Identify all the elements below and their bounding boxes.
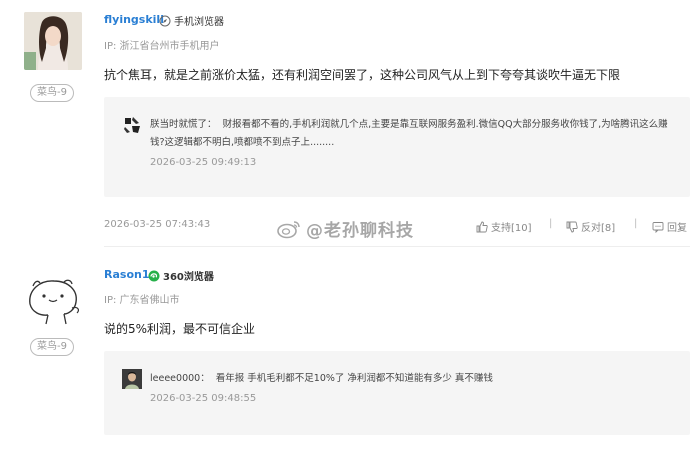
comment-text: 抗个焦耳，就是之前涨价太猛，还有利润空间罢了，这种公司风气从上到下夸夸其谈吹牛逼…	[104, 68, 621, 82]
comment-item: 菜鸟-9 flyingskill 手机浏览器 IP: 浙江省台州市手机用户 抗个…	[0, 0, 690, 246]
username-link[interactable]: Rason1	[104, 268, 149, 281]
browser-label: 360浏览器	[148, 268, 214, 283]
quoted-reply: leeee0000： 看年报 手机毛利都不足10%了 净利润都不知道能有多少 真…	[104, 351, 690, 435]
ip-location: IP: 浙江省台州市手机用户	[104, 41, 220, 52]
comment-divider	[104, 246, 690, 247]
quote-text-block: leeee0000： 看年报 手机毛利都不足10%了 净利润都不知道能有多少 真…	[150, 370, 675, 388]
quote-timestamp: 2026-03-25 09:48:55	[150, 393, 257, 404]
quote-avatar[interactable]	[122, 369, 142, 389]
user-level-badge: 菜鸟-9	[30, 338, 74, 356]
user-level-badge: 菜鸟-9	[30, 84, 74, 102]
avatar[interactable]	[24, 268, 82, 326]
360-browser-icon	[148, 270, 160, 281]
support-count: 支持[10]	[491, 223, 532, 234]
weibo-logo-icon	[277, 220, 300, 238]
browser-name: 360浏览器	[163, 272, 214, 283]
browser-label: 手机浏览器	[159, 13, 224, 28]
quote-username[interactable]: leeee0000：	[150, 373, 210, 384]
thumbs-up-icon	[476, 221, 488, 232]
reply-label: 回复	[667, 223, 687, 234]
divider: |	[549, 218, 553, 229]
quote-avatar[interactable]	[122, 115, 142, 135]
quote-content: 财报看都不看的,手机利润就几个点,主要是靠互联网服务盈利.微信QQ大部分服务收你…	[150, 119, 668, 148]
browser-name: 手机浏览器	[174, 17, 224, 28]
reply-button[interactable]: 回复	[652, 219, 687, 234]
watermark: @老孙聊科技	[276, 216, 414, 241]
quoted-reply: 朕当时就慌了： 财报看都不看的,手机利润就几个点,主要是靠互联网服务盈利.微信Q…	[104, 97, 690, 197]
comment-bubble-icon	[652, 221, 664, 233]
ip-location: IP: 广东省佛山市	[104, 295, 180, 306]
comment-timestamp: 2026-03-25 07:43:43	[104, 219, 211, 230]
oppose-count: 反对[8]	[581, 223, 616, 234]
comment-item: 菜鸟-9 Rason1 360浏览器 IP: 广东省佛山市 说的5%利润，最不可…	[0, 258, 690, 454]
watermark-text: @老孙聊科技	[306, 221, 414, 241]
comment-text: 说的5%利润，最不可信企业	[104, 322, 256, 336]
quote-content: 看年报 手机毛利都不足10%了 净利润都不知道能有多少 真不赚钱	[215, 373, 493, 384]
quote-username[interactable]: 朕当时就慌了：	[150, 119, 217, 130]
thumbs-down-icon	[566, 221, 578, 232]
avatar[interactable]	[24, 12, 82, 70]
quote-text-block: 朕当时就慌了： 财报看都不看的,手机利润就几个点,主要是靠互联网服务盈利.微信Q…	[150, 116, 675, 152]
username-link[interactable]: flyingskill	[104, 13, 164, 26]
quote-timestamp: 2026-03-25 09:49:13	[150, 157, 257, 168]
oppose-button[interactable]: 反对[8]	[566, 219, 615, 234]
compass-icon	[159, 15, 171, 26]
divider: |	[634, 218, 638, 229]
support-button[interactable]: 支持[10]	[476, 219, 532, 234]
